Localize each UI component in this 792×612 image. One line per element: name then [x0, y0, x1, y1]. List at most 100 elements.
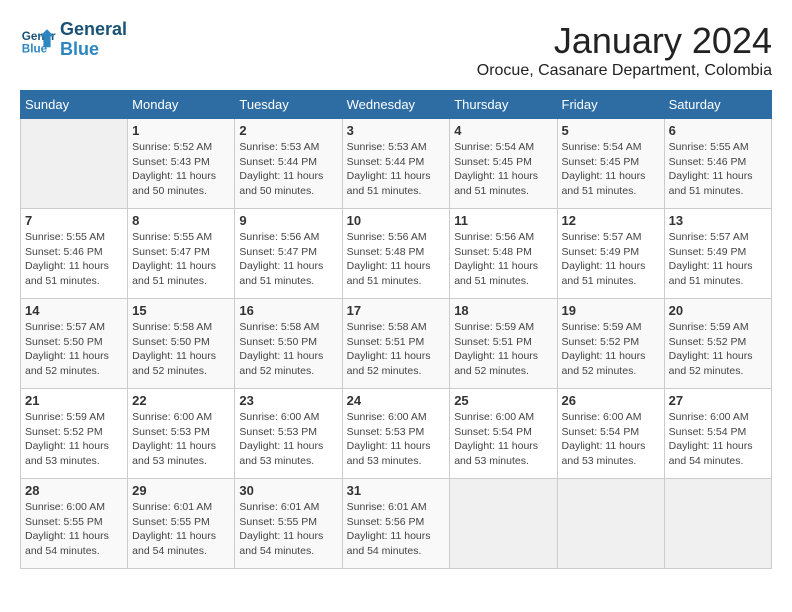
day-number: 28 — [25, 483, 123, 498]
day-cell: 26 Sunrise: 6:00 AMSunset: 5:54 PMDayligh… — [557, 389, 664, 479]
day-info: Sunrise: 5:58 AMSunset: 5:51 PMDaylight:… — [347, 320, 446, 379]
day-number: 19 — [562, 303, 660, 318]
day-cell: 28 Sunrise: 6:00 AMSunset: 5:55 PMDayligh… — [21, 479, 128, 569]
column-header-friday: Friday — [557, 91, 664, 119]
day-cell: 24Sunrise: 6:00 AMSunset: 5:53 PMDayligh… — [342, 389, 450, 479]
day-info: Sunrise: 6:00 AMSunset: 5:54 PMDaylight:… — [454, 410, 552, 469]
day-info: Sunrise: 5:58 AMSunset: 5:50 PMDaylight:… — [239, 320, 337, 379]
day-number: 22 — [132, 393, 230, 408]
day-cell: 1 Sunrise: 5:52 AMSunset: 5:43 PMDaylight… — [128, 119, 235, 209]
logo-text-blue: Blue — [60, 40, 127, 60]
day-number: 26 — [562, 393, 660, 408]
day-info: Sunrise: 5:55 AMSunset: 5:46 PMDaylight:… — [669, 140, 767, 199]
day-number: 13 — [669, 213, 767, 228]
day-number: 18 — [454, 303, 552, 318]
day-info: Sunrise: 6:00 AMSunset: 5:54 PMDaylight:… — [562, 410, 660, 469]
day-info: Sunrise: 5:59 AMSunset: 5:51 PMDaylight:… — [454, 320, 552, 379]
day-info: Sunrise: 5:54 AMSunset: 5:45 PMDaylight:… — [454, 140, 552, 199]
day-cell: 10 Sunrise: 5:56 AMSunset: 5:48 PMDayligh… — [342, 209, 450, 299]
week-row-2: 7 Sunrise: 5:55 AMSunset: 5:46 PMDaylight… — [21, 209, 772, 299]
day-info: Sunrise: 5:57 AMSunset: 5:50 PMDaylight:… — [25, 320, 123, 379]
day-info: Sunrise: 5:56 AMSunset: 5:48 PMDaylight:… — [347, 230, 446, 289]
title-area: January 2024 Orocue, Casanare Department… — [477, 20, 772, 80]
day-cell — [557, 479, 664, 569]
logo: General Blue General Blue — [20, 20, 127, 60]
day-info: Sunrise: 6:00 AMSunset: 5:53 PMDaylight:… — [132, 410, 230, 469]
day-cell: 14 Sunrise: 5:57 AMSunset: 5:50 PMDayligh… — [21, 299, 128, 389]
day-info: Sunrise: 6:00 AMSunset: 5:55 PMDaylight:… — [25, 500, 123, 559]
day-number: 2 — [239, 123, 337, 138]
header: General Blue General Blue January 2024 O… — [20, 20, 772, 80]
day-cell: 30Sunrise: 6:01 AMSunset: 5:55 PMDayligh… — [235, 479, 342, 569]
day-number: 12 — [562, 213, 660, 228]
day-info: Sunrise: 5:52 AMSunset: 5:43 PMDaylight:… — [132, 140, 230, 199]
day-info: Sunrise: 5:55 AMSunset: 5:46 PMDaylight:… — [25, 230, 123, 289]
day-info: Sunrise: 5:58 AMSunset: 5:50 PMDaylight:… — [132, 320, 230, 379]
month-title: January 2024 — [477, 20, 772, 62]
day-number: 3 — [347, 123, 446, 138]
day-cell: 9 Sunrise: 5:56 AMSunset: 5:47 PMDaylight… — [235, 209, 342, 299]
day-cell: 3 Sunrise: 5:53 AMSunset: 5:44 PMDaylight… — [342, 119, 450, 209]
week-row-3: 14 Sunrise: 5:57 AMSunset: 5:50 PMDayligh… — [21, 299, 772, 389]
day-number: 8 — [132, 213, 230, 228]
day-number: 20 — [669, 303, 767, 318]
day-cell: 25 Sunrise: 6:00 AMSunset: 5:54 PMDayligh… — [450, 389, 557, 479]
column-header-saturday: Saturday — [664, 91, 771, 119]
calendar-header-row: SundayMondayTuesdayWednesdayThursdayFrid… — [21, 91, 772, 119]
day-number: 15 — [132, 303, 230, 318]
day-cell: 12 Sunrise: 5:57 AMSunset: 5:49 PMDayligh… — [557, 209, 664, 299]
day-cell: 23Sunrise: 6:00 AMSunset: 5:53 PMDayligh… — [235, 389, 342, 479]
week-row-5: 28 Sunrise: 6:00 AMSunset: 5:55 PMDayligh… — [21, 479, 772, 569]
day-info: Sunrise: 5:56 AMSunset: 5:48 PMDaylight:… — [454, 230, 552, 289]
day-cell: 22 Sunrise: 6:00 AMSunset: 5:53 PMDayligh… — [128, 389, 235, 479]
svg-text:General: General — [22, 30, 56, 43]
day-number: 27 — [669, 393, 767, 408]
week-row-1: 1 Sunrise: 5:52 AMSunset: 5:43 PMDaylight… — [21, 119, 772, 209]
day-info: Sunrise: 6:01 AMSunset: 5:55 PMDaylight:… — [239, 500, 337, 559]
day-info: Sunrise: 5:56 AMSunset: 5:47 PMDaylight:… — [239, 230, 337, 289]
day-info: Sunrise: 5:53 AMSunset: 5:44 PMDaylight:… — [347, 140, 446, 199]
day-info: Sunrise: 5:59 AMSunset: 5:52 PMDaylight:… — [562, 320, 660, 379]
day-number: 4 — [454, 123, 552, 138]
day-cell: 8 Sunrise: 5:55 AMSunset: 5:47 PMDaylight… — [128, 209, 235, 299]
day-cell: 5Sunrise: 5:54 AMSunset: 5:45 PMDaylight… — [557, 119, 664, 209]
day-number: 25 — [454, 393, 552, 408]
day-number: 10 — [347, 213, 446, 228]
day-cell: 2 Sunrise: 5:53 AMSunset: 5:44 PMDaylight… — [235, 119, 342, 209]
day-info: Sunrise: 5:55 AMSunset: 5:47 PMDaylight:… — [132, 230, 230, 289]
location-title: Orocue, Casanare Department, Colombia — [477, 62, 772, 80]
day-number: 16 — [239, 303, 337, 318]
day-number: 7 — [25, 213, 123, 228]
day-number: 31 — [347, 483, 446, 498]
day-number: 1 — [132, 123, 230, 138]
column-header-monday: Monday — [128, 91, 235, 119]
column-header-sunday: Sunday — [21, 91, 128, 119]
day-cell: 31 Sunrise: 6:01 AMSunset: 5:56 PMDayligh… — [342, 479, 450, 569]
day-cell: 21Sunrise: 5:59 AMSunset: 5:52 PMDayligh… — [21, 389, 128, 479]
day-cell: 13Sunrise: 5:57 AMSunset: 5:49 PMDayligh… — [664, 209, 771, 299]
day-number: 21 — [25, 393, 123, 408]
day-info: Sunrise: 6:01 AMSunset: 5:56 PMDaylight:… — [347, 500, 446, 559]
day-info: Sunrise: 5:57 AMSunset: 5:49 PMDaylight:… — [562, 230, 660, 289]
day-info: Sunrise: 6:01 AMSunset: 5:55 PMDaylight:… — [132, 500, 230, 559]
day-number: 11 — [454, 213, 552, 228]
day-number: 9 — [239, 213, 337, 228]
day-cell — [21, 119, 128, 209]
day-cell: 11 Sunrise: 5:56 AMSunset: 5:48 PMDayligh… — [450, 209, 557, 299]
day-info: Sunrise: 6:00 AMSunset: 5:53 PMDaylight:… — [347, 410, 446, 469]
column-header-tuesday: Tuesday — [235, 91, 342, 119]
day-number: 14 — [25, 303, 123, 318]
day-info: Sunrise: 5:59 AMSunset: 5:52 PMDaylight:… — [669, 320, 767, 379]
day-cell: 19 Sunrise: 5:59 AMSunset: 5:52 PMDayligh… — [557, 299, 664, 389]
day-cell: 16 Sunrise: 5:58 AMSunset: 5:50 PMDayligh… — [235, 299, 342, 389]
day-cell: 6 Sunrise: 5:55 AMSunset: 5:46 PMDaylight… — [664, 119, 771, 209]
day-number: 5 — [562, 123, 660, 138]
day-info: Sunrise: 5:53 AMSunset: 5:44 PMDaylight:… — [239, 140, 337, 199]
logo-text-general: General — [60, 20, 127, 40]
calendar-table: SundayMondayTuesdayWednesdayThursdayFrid… — [20, 90, 772, 569]
day-number: 17 — [347, 303, 446, 318]
day-info: Sunrise: 6:00 AMSunset: 5:53 PMDaylight:… — [239, 410, 337, 469]
week-row-4: 21Sunrise: 5:59 AMSunset: 5:52 PMDayligh… — [21, 389, 772, 479]
day-number: 6 — [669, 123, 767, 138]
day-cell: 4 Sunrise: 5:54 AMSunset: 5:45 PMDaylight… — [450, 119, 557, 209]
